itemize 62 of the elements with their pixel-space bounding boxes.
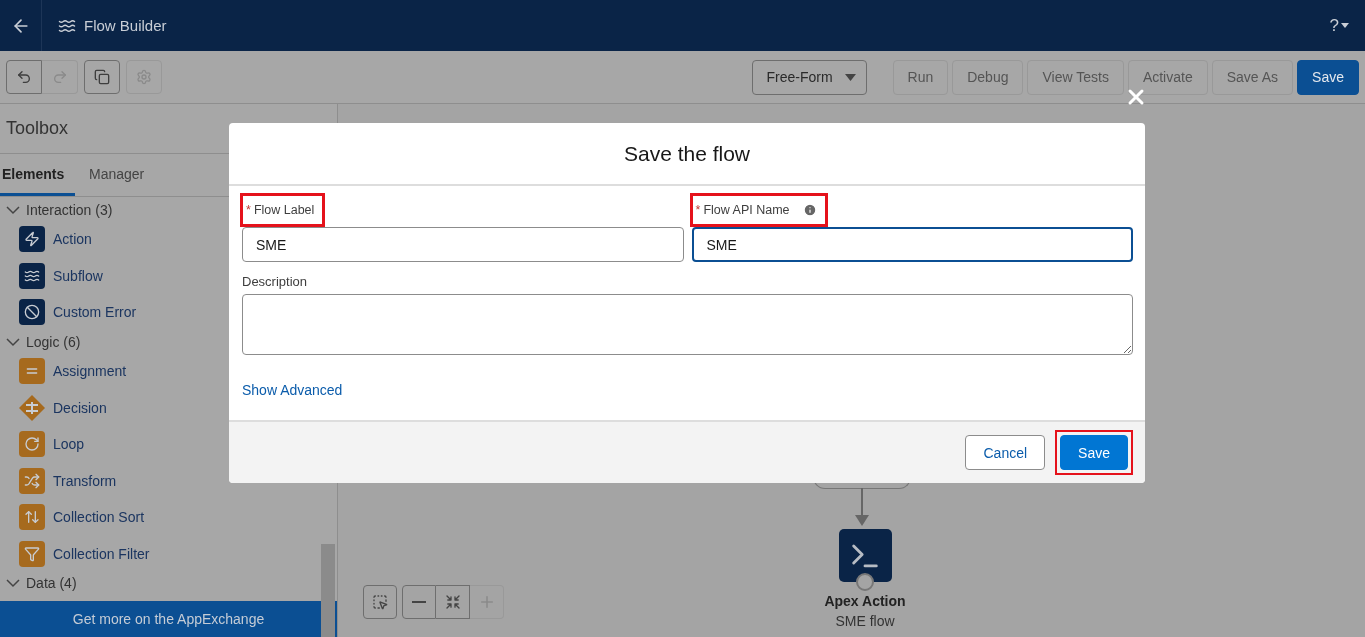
decision-diamond-icon (19, 394, 45, 421)
node-handle[interactable] (856, 573, 874, 591)
app-title: Flow Builder (84, 17, 167, 34)
minus-icon (412, 601, 426, 603)
item-label: Collection Sort (53, 509, 145, 526)
help-button[interactable]: ? (1323, 14, 1355, 37)
dialog-title: Save the flow (229, 123, 1145, 186)
dialog-button[interactable]: Save (1060, 435, 1128, 470)
sort-arrows-icon (19, 504, 45, 531)
caret-icon (844, 73, 856, 81)
item-label: Transform (53, 472, 117, 489)
item-label: Custom Error (53, 304, 137, 321)
waves-icon (19, 262, 45, 289)
ban-icon (19, 299, 45, 326)
zoom-out-button[interactable] (402, 585, 436, 619)
required-mark: * (695, 203, 701, 217)
item-label: Subflow (53, 267, 103, 284)
equals-icon (19, 358, 45, 385)
item-label: Collection Filter (53, 546, 150, 563)
caret-icon (1341, 23, 1349, 28)
undo-icon (16, 69, 32, 85)
section-header[interactable]: Data (4) (0, 572, 337, 595)
chevron-icon (6, 203, 20, 217)
lightning-icon (19, 226, 45, 253)
connector-arrow (855, 488, 869, 526)
item-label: Decision (53, 399, 107, 416)
item-label: Loop (53, 436, 85, 453)
transform-icon (19, 467, 45, 494)
item-label: Assignment (53, 363, 127, 380)
toolbox-item[interactable]: Collection Sort (0, 499, 337, 536)
section-header[interactable]: Logic (6) (0, 330, 337, 353)
loop-icon (19, 431, 45, 458)
scrollbar-thumb[interactable] (321, 544, 335, 637)
fit-view-button[interactable] (436, 585, 470, 619)
show-advanced-link[interactable]: Show Advanced (242, 382, 343, 398)
copy-button[interactable] (84, 60, 120, 94)
select-mode-button[interactable] (363, 585, 397, 619)
terminal-icon[interactable] (838, 529, 892, 582)
copy-icon (94, 69, 110, 85)
toolbar-button[interactable]: Save (1297, 59, 1359, 95)
redo-icon (51, 69, 68, 85)
text-field[interactable]: SME (691, 227, 1133, 262)
info-icon[interactable] (802, 203, 817, 217)
mode-dropdown[interactable]: Free-Form (751, 59, 867, 95)
tab[interactable]: Elements (0, 154, 75, 196)
shrink-arrows-icon (444, 594, 461, 610)
selection-icon (372, 594, 388, 610)
appexchange-link[interactable]: Get more on the AppExchange (0, 601, 337, 637)
settings-icon (136, 69, 152, 85)
description-field[interactable] (242, 294, 1133, 355)
field-label: * Flow API Name (689, 193, 828, 227)
node-name: SME flow (835, 613, 895, 629)
undo-button[interactable] (6, 60, 42, 94)
text-field[interactable]: SME (242, 227, 684, 262)
funnel-icon (19, 541, 45, 568)
dialog-button[interactable]: Cancel (965, 435, 1046, 470)
item-label: Action (53, 231, 92, 248)
field-label: Description (242, 274, 309, 289)
required-mark: * (246, 203, 251, 217)
node-type: Apex Action (824, 593, 906, 609)
tab[interactable]: Manager (87, 154, 158, 196)
field-label: * Flow Label (240, 193, 326, 227)
